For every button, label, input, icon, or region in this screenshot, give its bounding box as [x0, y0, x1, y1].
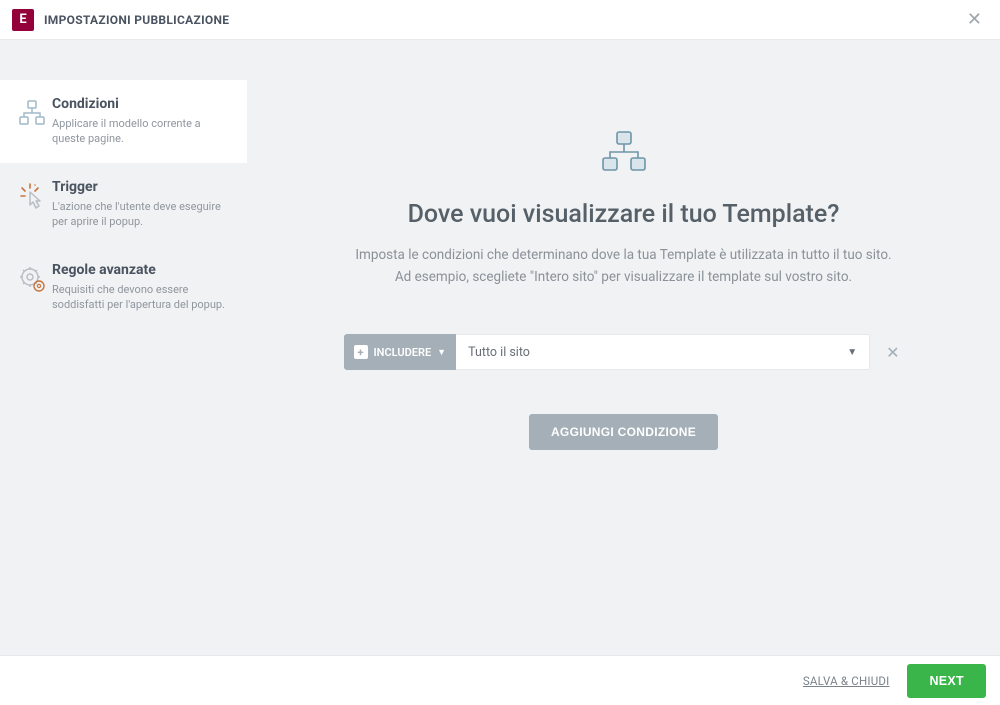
chevron-down-icon: ▼ — [847, 347, 857, 358]
modal-title: IMPOSTAZIONI PUBBLICAZIONE — [44, 13, 229, 27]
sidebar: Condizioni Applicare il modello corrente… — [0, 40, 247, 655]
sidebar-item-conditions[interactable]: Condizioni Applicare il modello corrente… — [0, 80, 247, 163]
close-icon[interactable]: ✕ — [961, 5, 988, 34]
chevron-down-icon: ▼ — [437, 347, 446, 358]
sitemap-hero-icon — [599, 130, 649, 174]
gear-icon — [12, 262, 52, 313]
main-heading: Dove vuoi visualizzare il tuo Template? — [408, 200, 840, 229]
sidebar-item-desc: Requisiti che devono essere soddisfatti … — [52, 282, 233, 313]
remove-condition-icon[interactable]: ✕ — [882, 339, 903, 366]
next-button[interactable]: NEXT — [907, 664, 986, 698]
plus-icon: + — [354, 345, 368, 359]
sidebar-item-label: Condizioni — [52, 96, 233, 112]
sidebar-item-desc: L'azione che l'utente deve eseguire per … — [52, 199, 233, 230]
main-subtext: Imposta le condizioni che determinano do… — [355, 245, 891, 288]
add-condition-button[interactable]: AGGIUNGI CONDIZIONE — [529, 414, 718, 450]
include-label: INCLUDERE — [374, 346, 432, 359]
publish-settings-modal: E IMPOSTAZIONI PUBBLICAZIONE ✕ Condizion… — [0, 0, 1000, 705]
sidebar-item-trigger[interactable]: Trigger L'azione che l'utente deve esegu… — [0, 163, 247, 246]
sidebar-item-desc: Applicare il modello corrente a queste p… — [52, 116, 233, 147]
sitemap-icon — [12, 96, 52, 147]
include-dropdown[interactable]: + INCLUDERE ▼ — [344, 334, 457, 370]
condition-row: + INCLUDERE ▼ Tutto il sito ▼ ✕ — [344, 334, 904, 370]
modal-body: Condizioni Applicare il modello corrente… — [0, 40, 1000, 655]
save-close-link[interactable]: SALVA & CHIUDI — [803, 674, 890, 688]
sidebar-item-label: Regole avanzate — [52, 262, 233, 278]
click-icon — [12, 179, 52, 230]
modal-footer: SALVA & CHIUDI NEXT — [0, 655, 1000, 705]
scope-value: Tutto il sito — [468, 345, 530, 360]
sidebar-item-advanced-rules[interactable]: Regole avanzate Requisiti che devono ess… — [0, 246, 247, 329]
scope-select[interactable]: Tutto il sito ▼ — [456, 334, 870, 370]
main-panel: Dove vuoi visualizzare il tuo Template? … — [247, 40, 1000, 655]
sidebar-item-label: Trigger — [52, 179, 233, 195]
modal-header: E IMPOSTAZIONI PUBBLICAZIONE ✕ — [0, 0, 1000, 40]
elementor-logo: E — [12, 9, 34, 31]
